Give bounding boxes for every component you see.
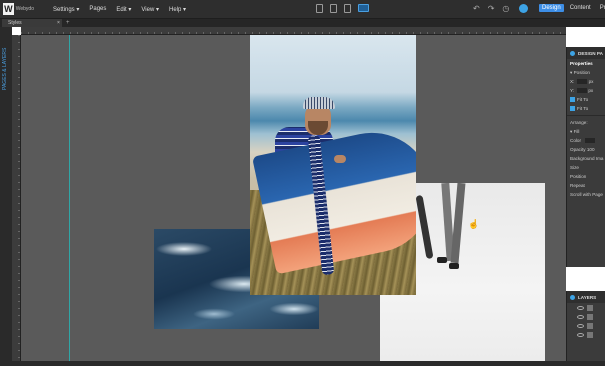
layer-thumbnail bbox=[587, 313, 593, 320]
vertical-guide-line[interactable] bbox=[69, 35, 70, 361]
bg-position-row[interactable]: Position bbox=[567, 172, 605, 181]
opacity-value[interactable]: 100 bbox=[587, 147, 595, 152]
menu-view[interactable]: View ▾ bbox=[141, 6, 159, 13]
shoe-right bbox=[449, 263, 459, 269]
close-icon[interactable]: × bbox=[57, 19, 60, 27]
layers-title: LAYERS bbox=[578, 294, 597, 300]
design-panel-header[interactable]: DESIGN PA bbox=[567, 47, 605, 59]
tablet-icon[interactable] bbox=[344, 4, 351, 13]
eye-icon[interactable] bbox=[577, 323, 584, 328]
shoe-left bbox=[437, 257, 447, 263]
fit-to-row-1[interactable]: Fit To bbox=[567, 95, 605, 104]
properties-heading: Properties bbox=[570, 61, 593, 66]
horizontal-ruler[interactable] bbox=[21, 27, 566, 35]
size-row[interactable]: Size bbox=[567, 163, 605, 172]
menu-pages[interactable]: Pages bbox=[89, 6, 106, 13]
device-switcher bbox=[316, 4, 369, 13]
hand-cursor-icon: ☝ bbox=[468, 219, 480, 229]
vertical-ruler[interactable] bbox=[12, 35, 21, 361]
fit-to-row-2[interactable]: Fit To bbox=[567, 104, 605, 113]
top-menu-bar: W Webydo Settings ▾ Pages Edit ▾ View ▾ … bbox=[0, 0, 605, 19]
eye-icon[interactable] bbox=[577, 305, 584, 310]
logo-text: Webydo bbox=[15, 6, 34, 12]
y-position-input[interactable] bbox=[577, 88, 588, 94]
background-image-row[interactable]: Background Ima bbox=[567, 154, 605, 163]
y-position-row: Y: px bbox=[567, 86, 605, 95]
position-section-toggle[interactable]: ▾ Position bbox=[567, 68, 605, 77]
app-logo[interactable]: W Webydo bbox=[0, 0, 34, 19]
repeat-row[interactable]: Repeat bbox=[567, 181, 605, 190]
design-panel: DESIGN PA Properties ▾ Position X: px Y:… bbox=[566, 47, 605, 267]
y-label: Y: bbox=[570, 88, 575, 93]
phone-portrait-icon[interactable] bbox=[316, 4, 323, 13]
fit-label-2: Fit To bbox=[577, 106, 589, 111]
layers-icon bbox=[570, 294, 575, 300]
x-position-input[interactable] bbox=[577, 79, 588, 85]
undo-icon[interactable]: ↶ bbox=[473, 4, 480, 14]
menu-settings[interactable]: Settings ▾ bbox=[53, 6, 79, 13]
tab-row: Styles × + bbox=[0, 19, 605, 27]
color-swatch[interactable] bbox=[585, 138, 596, 144]
knit-cap bbox=[303, 97, 335, 109]
leg-right bbox=[450, 183, 466, 264]
publish-status-icon[interactable] bbox=[519, 4, 529, 13]
color-row[interactable]: Color bbox=[567, 136, 605, 145]
history-icon[interactable]: ◷ bbox=[502, 4, 509, 14]
preview-mode-button[interactable]: Preview bbox=[597, 4, 605, 12]
layer-row[interactable] bbox=[567, 312, 605, 321]
eye-icon[interactable] bbox=[577, 314, 584, 319]
opacity-label: Opacity bbox=[570, 147, 586, 152]
eye-icon[interactable] bbox=[577, 332, 584, 337]
layer-row[interactable] bbox=[567, 321, 605, 330]
redo-icon[interactable]: ↷ bbox=[488, 4, 495, 14]
bottom-bar bbox=[0, 361, 605, 366]
menu-help[interactable]: Help ▾ bbox=[169, 6, 186, 13]
add-tab-icon[interactable]: + bbox=[66, 19, 70, 27]
history-tools: ↶ ↷ ◷ bbox=[473, 4, 529, 14]
main-menu: Settings ▾ Pages Edit ▾ View ▾ Help ▾ bbox=[53, 6, 186, 13]
desktop-icon[interactable] bbox=[358, 4, 369, 12]
x-label: X: bbox=[570, 79, 575, 84]
layer-thumbnail bbox=[587, 322, 593, 329]
x-position-row: X: px bbox=[567, 77, 605, 86]
layer-thumbnail bbox=[587, 331, 593, 338]
tab-label: Styles bbox=[8, 20, 22, 26]
scroll-with-page-row[interactable]: Scroll with Page bbox=[567, 190, 605, 199]
fit-checkbox-1[interactable] bbox=[570, 97, 575, 103]
surfer-hand bbox=[334, 155, 346, 163]
logo-mark: W bbox=[3, 3, 14, 15]
opacity-row[interactable]: Opacity 100 bbox=[567, 145, 605, 154]
layers-panel: LAYERS bbox=[566, 291, 605, 361]
layers-panel-header[interactable]: LAYERS bbox=[567, 291, 605, 303]
layer-row[interactable] bbox=[567, 330, 605, 339]
fill-section-toggle[interactable]: ▾ Fill bbox=[567, 127, 605, 136]
mode-switcher: Design Content Preview bbox=[539, 4, 605, 12]
fit-checkbox-2[interactable] bbox=[570, 106, 575, 112]
color-label: Color bbox=[570, 138, 581, 143]
y-unit: px bbox=[588, 88, 594, 93]
menu-edit[interactable]: Edit ▾ bbox=[116, 6, 131, 13]
surfer-photo[interactable] bbox=[250, 35, 416, 295]
content-mode-button[interactable]: Content bbox=[567, 4, 594, 12]
layer-thumbnail bbox=[587, 304, 593, 311]
layer-row[interactable] bbox=[567, 303, 605, 312]
fit-label-1: Fit To bbox=[577, 97, 589, 102]
x-unit: px bbox=[588, 79, 594, 84]
design-panel-icon bbox=[570, 50, 575, 56]
design-panel-title: DESIGN PA bbox=[578, 50, 603, 56]
divider bbox=[567, 115, 605, 116]
arrange-row[interactable]: Arrange: bbox=[567, 118, 605, 127]
design-mode-button[interactable]: Design bbox=[539, 4, 564, 12]
phone-landscape-icon[interactable] bbox=[330, 4, 337, 13]
pages-layers-toggle[interactable]: PAGES & LAYERS bbox=[2, 40, 10, 90]
tab-styles[interactable]: Styles × bbox=[2, 19, 62, 27]
